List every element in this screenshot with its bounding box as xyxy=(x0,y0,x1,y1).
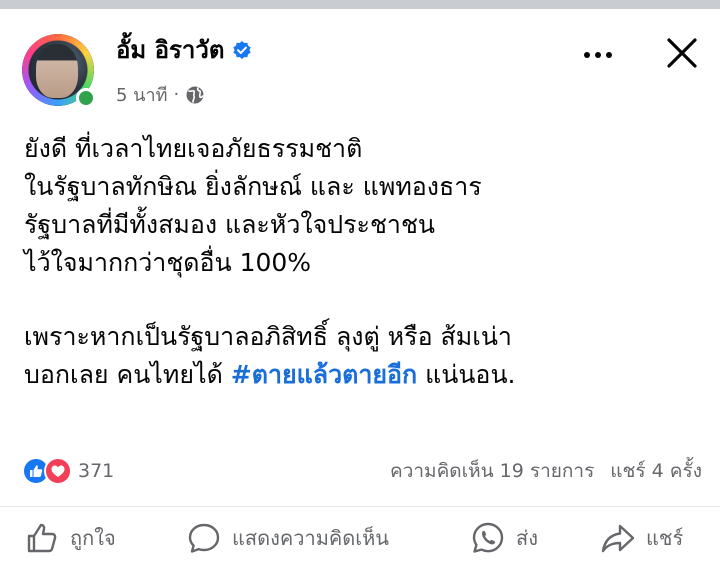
verified-badge-icon xyxy=(233,40,252,59)
body-text-suffix: แน่นอน. xyxy=(417,360,516,389)
post-body: ยังดี ที่เวลาไทยเจอภัยธรรมชาติ ในรัฐบาลท… xyxy=(24,130,704,394)
post-meta: 5 นาที · xyxy=(116,80,205,109)
like-button[interactable]: ถูกใจ xyxy=(24,520,116,556)
reaction-count: 371 xyxy=(78,460,115,482)
actions-divider xyxy=(0,506,720,507)
post-body-line: ไว้ใจมากกว่าชุดอื่น 100% xyxy=(24,248,312,277)
share-count[interactable]: แชร์ 4 ครั้ง xyxy=(610,456,702,486)
post-body-line: รัฐบาลที่มีทั้งสมอง และหัวใจประชาชน xyxy=(24,210,436,239)
globe-icon[interactable] xyxy=(185,85,205,105)
author-row: อั้ม อิราวัต xyxy=(116,30,252,69)
comment-bubble-icon xyxy=(188,523,220,553)
post-header: อั้ม อิราวัต 5 นาที · xyxy=(0,9,720,119)
send-button[interactable]: ส่ง xyxy=(470,520,538,556)
close-icon[interactable] xyxy=(660,31,704,75)
send-label: ส่ง xyxy=(516,526,538,550)
heart-glyph xyxy=(51,465,65,477)
comment-count[interactable]: ความคิดเห็น 19 รายการ xyxy=(390,456,594,486)
top-border xyxy=(0,0,720,9)
thumbs-up-glyph xyxy=(30,465,43,477)
comment-label: แสดงความคิดเห็น xyxy=(232,526,389,550)
post-body-line: ยังดี ที่เวลาไทยเจอภัยธรรมชาติ xyxy=(24,134,363,163)
thumbs-up-icon xyxy=(27,523,57,553)
post-time[interactable]: 5 นาที xyxy=(116,80,167,109)
reaction-summary[interactable]: 371 xyxy=(22,457,114,485)
post-stats: 371 ความคิดเห็น 19 รายการ แชร์ 4 ครั้ง xyxy=(22,451,702,491)
meta-separator: · xyxy=(173,84,180,105)
engagement-counts: ความคิดเห็น 19 รายการ แชร์ 4 ครั้ง xyxy=(390,456,702,486)
avatar[interactable] xyxy=(22,34,98,110)
like-label: ถูกใจ xyxy=(70,526,116,550)
share-button[interactable]: แชร์ xyxy=(600,520,683,556)
more-dot xyxy=(595,52,601,58)
more-options-icon[interactable] xyxy=(576,39,620,71)
body-text-prefix: บอกเลย คนไทยได้ xyxy=(24,360,231,389)
whatsapp-icon xyxy=(472,522,504,553)
comment-button[interactable]: แสดงความคิดเห็น xyxy=(186,520,389,556)
hashtag-link[interactable]: #ตายแล้วตายอีก xyxy=(231,360,417,389)
action-bar: ถูกใจ แสดงความคิดเห็น ส่ง แชร์ xyxy=(0,516,720,561)
share-arrow-icon xyxy=(601,524,635,553)
post-body-line-with-hashtag: บอกเลย คนไทยได้ #ตายแล้วตายอีก แน่นอน. xyxy=(24,356,704,394)
more-dot xyxy=(584,52,590,58)
post-body-line: ในรัฐบาลทักษิณ ยิ่งลักษณ์ และ แพทองธาร xyxy=(24,172,482,201)
online-status-dot xyxy=(76,88,96,108)
author-name[interactable]: อั้ม อิราวัต xyxy=(116,30,224,69)
share-label: แชร์ xyxy=(646,526,684,550)
heart-reaction-icon xyxy=(44,457,72,485)
post-body-line: เพราะหากเป็นรัฐบาลอภิสิทธิ์ ลุงตู่ หรือ … xyxy=(24,322,512,351)
more-dot xyxy=(606,52,612,58)
